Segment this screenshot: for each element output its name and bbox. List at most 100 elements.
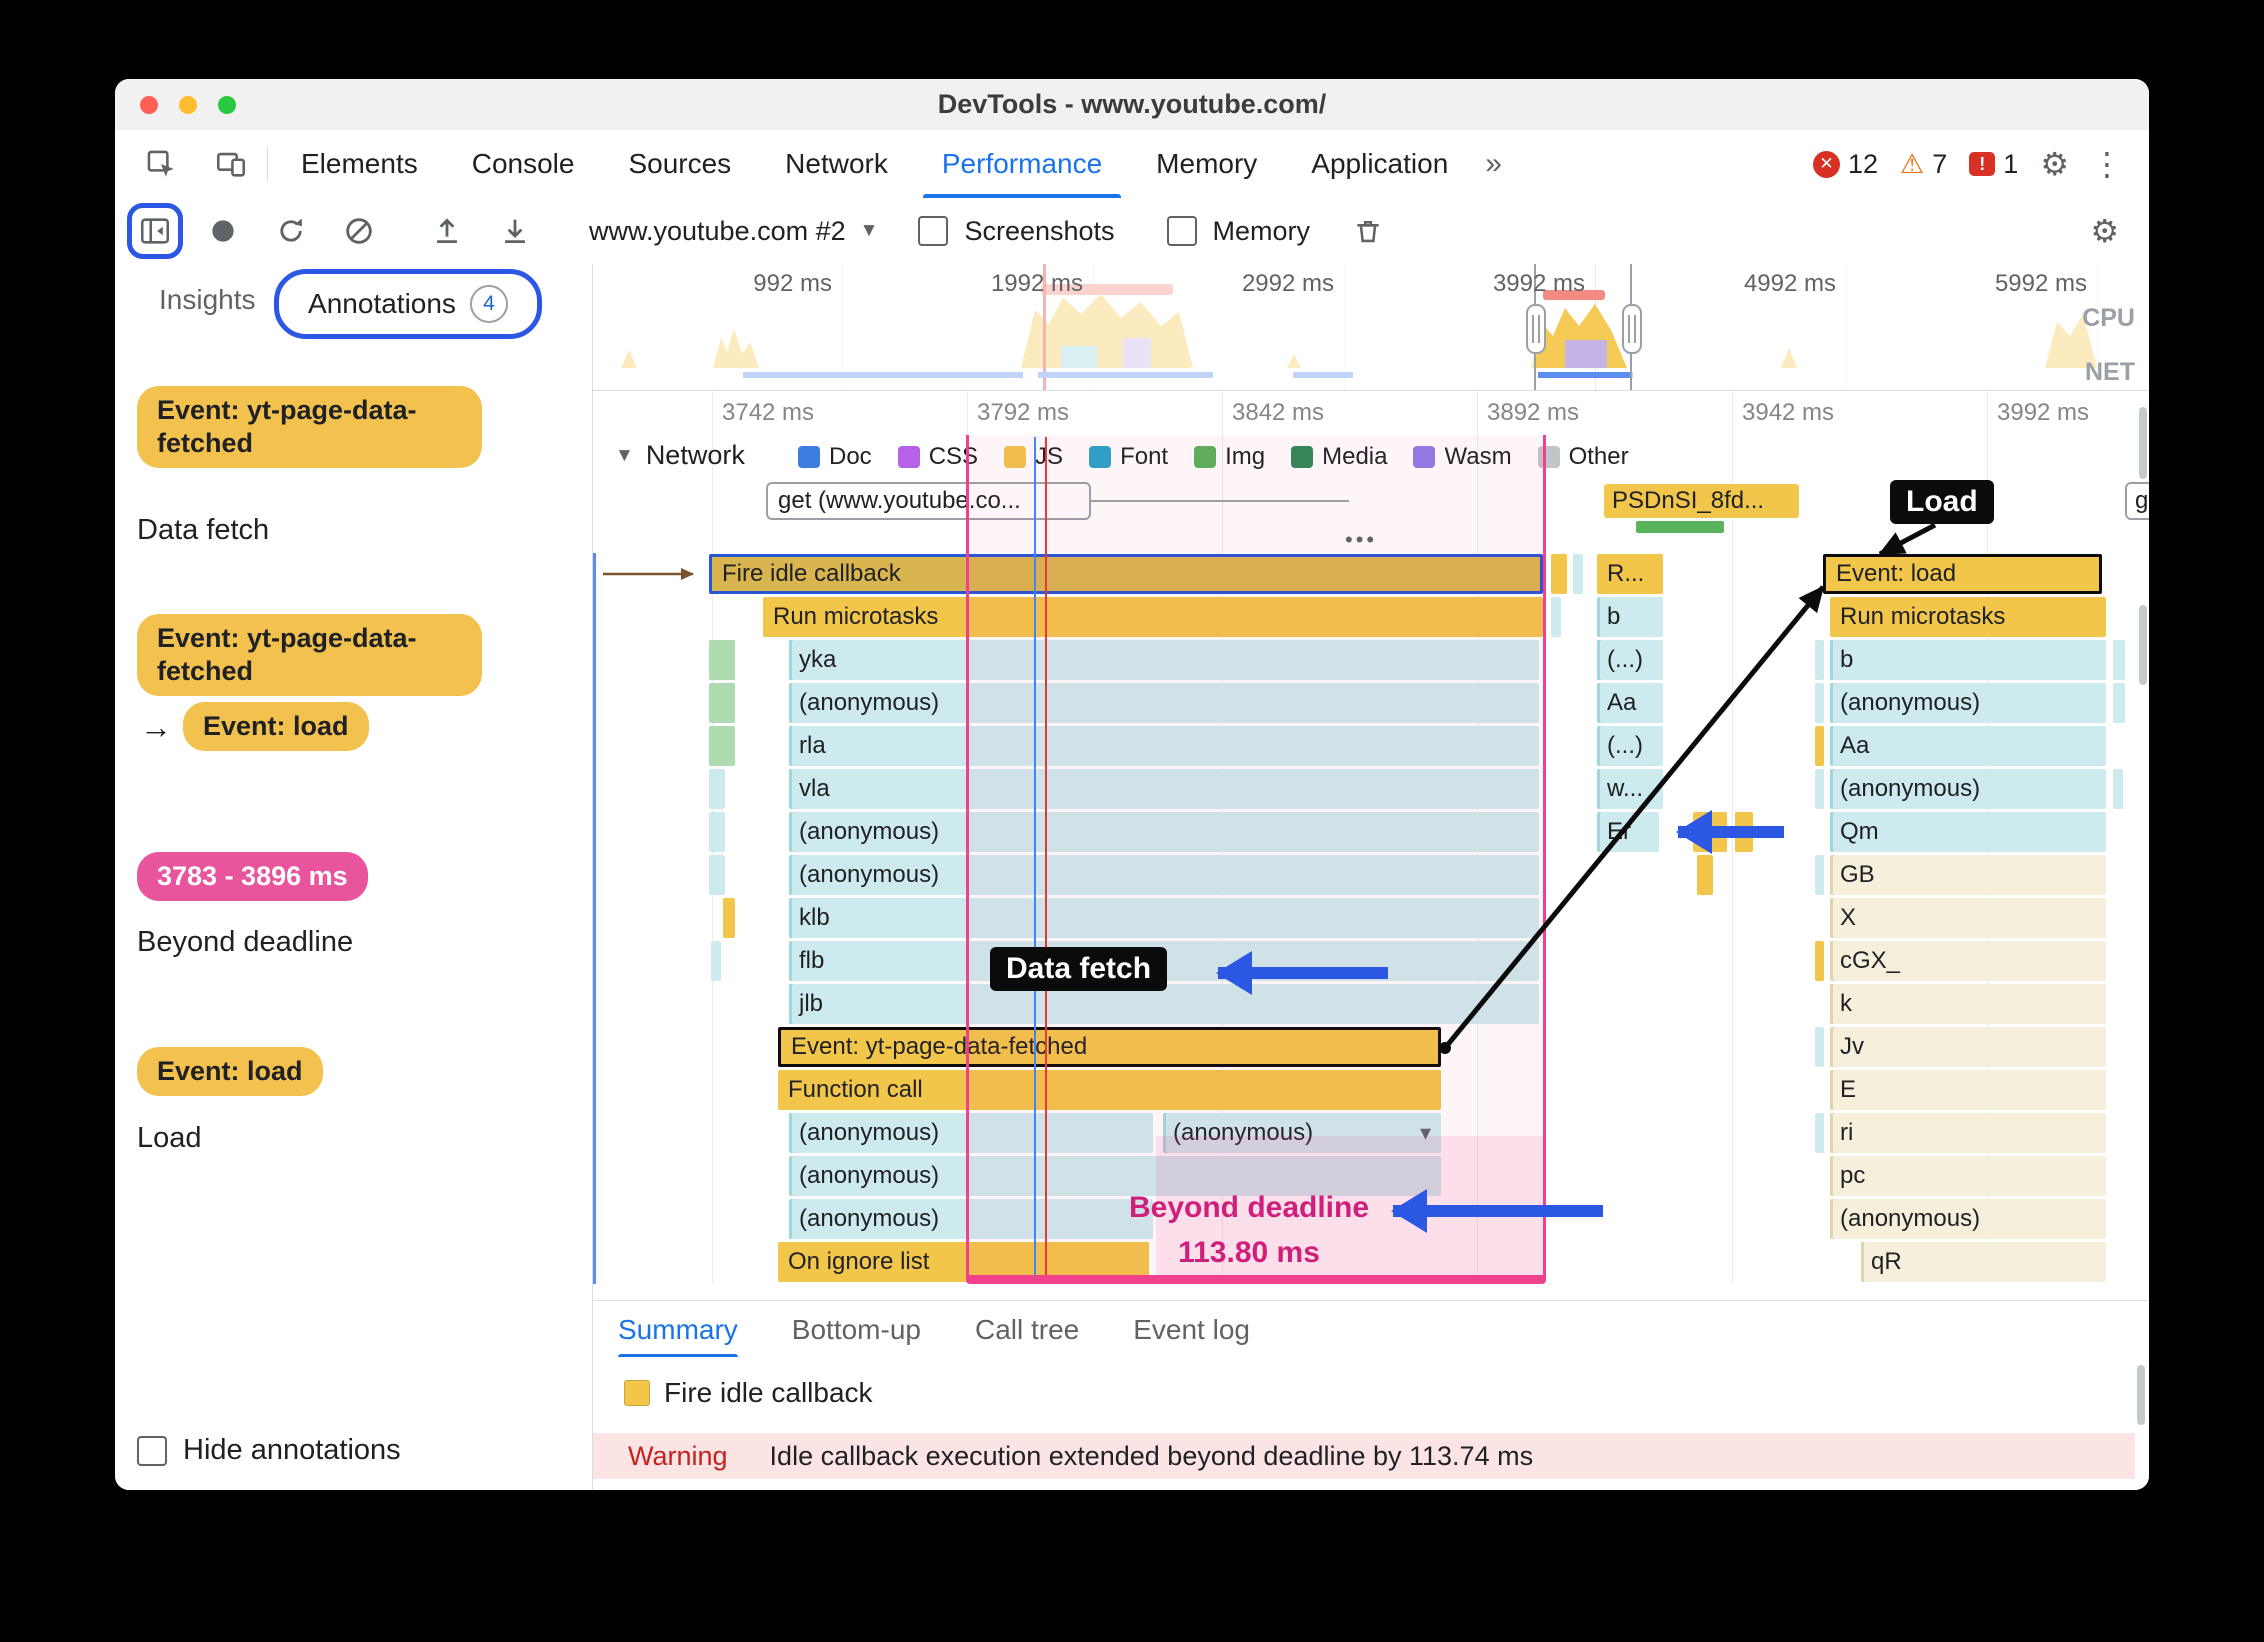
- issue-icon: !: [1969, 152, 1996, 176]
- screenshots-checkbox[interactable]: [918, 216, 949, 246]
- ruler-tick-label: 3792 ms: [977, 399, 1070, 426]
- zoom-window-button[interactable]: [218, 96, 236, 114]
- flame-bar[interactable]: X: [1830, 898, 2106, 938]
- flame-bar[interactable]: GB: [1830, 855, 2106, 895]
- load-annotation-label[interactable]: Load: [1890, 480, 1994, 524]
- collect-garbage-icon[interactable]: [1346, 209, 1390, 253]
- overview-tick-label: 992 ms: [753, 270, 832, 297]
- flame-bar[interactable]: ri: [1830, 1113, 2106, 1153]
- annotation-pill-range[interactable]: 3783 - 3896 ms: [137, 852, 368, 901]
- clear-icon[interactable]: [337, 209, 381, 253]
- flame-bar[interactable]: k: [1830, 984, 2106, 1024]
- tab-network[interactable]: Network: [758, 130, 915, 198]
- tab-console[interactable]: Console: [445, 130, 602, 198]
- tab-annotations[interactable]: Annotations 4: [274, 269, 542, 339]
- flame-bar[interactable]: (anonymous): [1830, 1199, 2106, 1239]
- network-request-clipped[interactable]: g: [2125, 482, 2149, 520]
- flame-bar[interactable]: cGX_: [1830, 941, 2106, 981]
- flame-bar[interactable]: R...: [1597, 554, 1663, 594]
- tab-event-log[interactable]: Event log: [1133, 1301, 1250, 1358]
- console-warnings-badge[interactable]: ⚠ 7: [1900, 149, 1947, 180]
- flame-fragment: [2113, 640, 2125, 680]
- annotation-pill[interactable]: Event: yt-page-data-fetched: [137, 614, 482, 696]
- flame-bar[interactable]: Aa: [1597, 683, 1663, 723]
- flame-fragment: [1815, 941, 1824, 981]
- flame-bar[interactable]: Qm: [1830, 812, 2106, 852]
- tab-elements[interactable]: Elements: [274, 130, 445, 198]
- issues-badge[interactable]: ! 1: [1969, 149, 2018, 180]
- upload-profile-icon[interactable]: [425, 209, 469, 253]
- tab-memory[interactable]: Memory: [1129, 130, 1284, 198]
- flame-chart-detail[interactable]: 3742 ms 3792 ms 3842 ms 3892 ms 3942 ms 3992 …: [593, 391, 2149, 1290]
- flame-bar[interactable]: b: [1597, 597, 1663, 637]
- annotation-pill[interactable]: Event: yt-page-data-fetched: [137, 386, 482, 468]
- range-start-line[interactable]: [966, 435, 969, 1280]
- flame-bar[interactable]: Event: load: [1823, 554, 2102, 594]
- flame-bar[interactable]: E: [1830, 1070, 2106, 1110]
- settings-gear-icon[interactable]: ⚙: [2040, 148, 2069, 180]
- flame-fragment: [723, 898, 735, 938]
- memory-checkbox[interactable]: [1166, 216, 1197, 246]
- beyond-deadline-annotation-label[interactable]: Beyond deadline: [1113, 1191, 1385, 1225]
- scrollbar-thumb[interactable]: [2139, 407, 2147, 479]
- flame-bar[interactable]: (...): [1597, 640, 1663, 680]
- annotation-pill[interactable]: Event: load: [183, 702, 369, 751]
- toggle-sidebar-icon[interactable]: [133, 209, 177, 253]
- scrollbar-thumb[interactable]: [2139, 605, 2147, 685]
- network-request[interactable]: PSDnSI_8fd...: [1604, 484, 1799, 518]
- data-fetch-annotation-label[interactable]: Data fetch: [990, 947, 1168, 991]
- legend-label: Doc: [829, 443, 872, 470]
- close-window-button[interactable]: [140, 96, 158, 114]
- overview-tick-label: 5992 ms: [1994, 270, 2087, 297]
- flame-bar[interactable]: Aa: [1830, 726, 2106, 766]
- overview-tick-label: 1992 ms: [990, 270, 1083, 297]
- flame-fragment: [709, 855, 725, 895]
- tab-call-tree[interactable]: Call tree: [975, 1301, 1079, 1358]
- tab-performance[interactable]: Performance: [915, 130, 1129, 198]
- disclosure-triangle-icon: ▼: [615, 444, 634, 466]
- tab-insights[interactable]: Insights: [159, 284, 256, 316]
- more-tabs-button[interactable]: »: [1475, 147, 1512, 181]
- download-profile-icon[interactable]: [493, 209, 537, 253]
- tab-sources[interactable]: Sources: [601, 130, 758, 198]
- flame-bar[interactable]: pc: [1830, 1156, 2106, 1196]
- hide-annotations-checkbox[interactable]: [137, 1435, 167, 1466]
- flame-bar[interactable]: (...): [1597, 726, 1663, 766]
- record-icon[interactable]: [201, 209, 245, 253]
- flame-bar[interactable]: Run microtasks: [1830, 597, 2106, 637]
- minimize-window-button[interactable]: [179, 96, 197, 114]
- flame-bar[interactable]: qR: [1861, 1242, 2106, 1282]
- screenshots-toggle[interactable]: Screenshots: [918, 216, 1115, 247]
- flame-fragment: [1815, 855, 1824, 895]
- flame-bar[interactable]: (anonymous): [1830, 769, 2106, 809]
- console-errors-badge[interactable]: ✕ 12: [1812, 149, 1878, 180]
- capture-settings-gear-icon[interactable]: ⚙: [2090, 215, 2119, 247]
- timeline-overview[interactable]: 992 ms 1992 ms 2992 ms 3992 ms 4992 ms 5992 m…: [593, 264, 2149, 391]
- memory-toggle[interactable]: Memory: [1166, 216, 1310, 247]
- profile-history-value: www.youtube.com #2: [589, 215, 846, 246]
- hide-annotations-toggle[interactable]: Hide annotations: [137, 1434, 401, 1467]
- range-end-line[interactable]: [1543, 435, 1546, 1280]
- flame-bar[interactable]: Jv: [1830, 1027, 2106, 1067]
- flame-bar[interactable]: b: [1830, 640, 2106, 680]
- flame-bar[interactable]: Er: [1597, 812, 1659, 852]
- annotation-pill[interactable]: Event: load: [137, 1047, 323, 1096]
- device-toolbar-icon[interactable]: [209, 142, 253, 186]
- reload-and-record-icon[interactable]: [269, 209, 313, 253]
- network-track-header[interactable]: ▼ Network: [615, 440, 745, 471]
- scrollbar-thumb[interactable]: [2137, 1365, 2145, 1425]
- ruler-tick-label: 3942 ms: [1742, 399, 1835, 426]
- zoom-window-right-handle[interactable]: [1622, 264, 1642, 390]
- flame-bar[interactable]: w...: [1597, 769, 1663, 809]
- tab-summary[interactable]: Summary: [618, 1301, 738, 1358]
- flame-bar[interactable]: (anonymous): [1830, 683, 2106, 723]
- tab-bottom-up[interactable]: Bottom-up: [792, 1301, 921, 1358]
- range-bottom-bar[interactable]: [966, 1275, 1546, 1284]
- inspect-element-icon[interactable]: [139, 142, 183, 186]
- legend-item-doc: Doc: [798, 443, 872, 471]
- warning-message: Idle callback execution extended beyond …: [769, 1440, 1534, 1471]
- kebab-menu-icon[interactable]: ⋮: [2091, 148, 2123, 180]
- profile-history-select[interactable]: www.youtube.com #2 ▼: [589, 216, 878, 247]
- hide-annotations-label: Hide annotations: [183, 1434, 401, 1466]
- tab-application[interactable]: Application: [1284, 130, 1475, 198]
